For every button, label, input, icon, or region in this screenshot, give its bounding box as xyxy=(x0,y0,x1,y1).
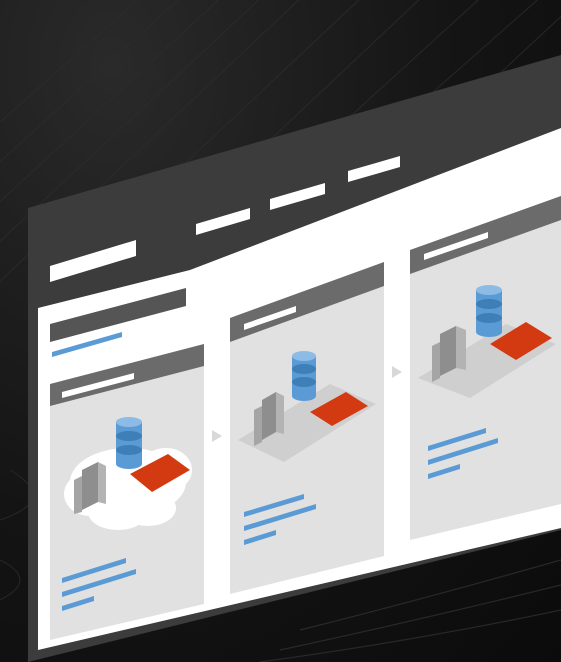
database-icon xyxy=(292,351,316,401)
database-icon xyxy=(476,285,502,337)
illustration-scene xyxy=(0,0,561,662)
panel-step-2 xyxy=(230,262,384,594)
process-illustration xyxy=(28,55,561,662)
panel-step-3 xyxy=(410,196,561,540)
panel-step-1 xyxy=(50,344,204,640)
database-icon xyxy=(116,417,142,469)
